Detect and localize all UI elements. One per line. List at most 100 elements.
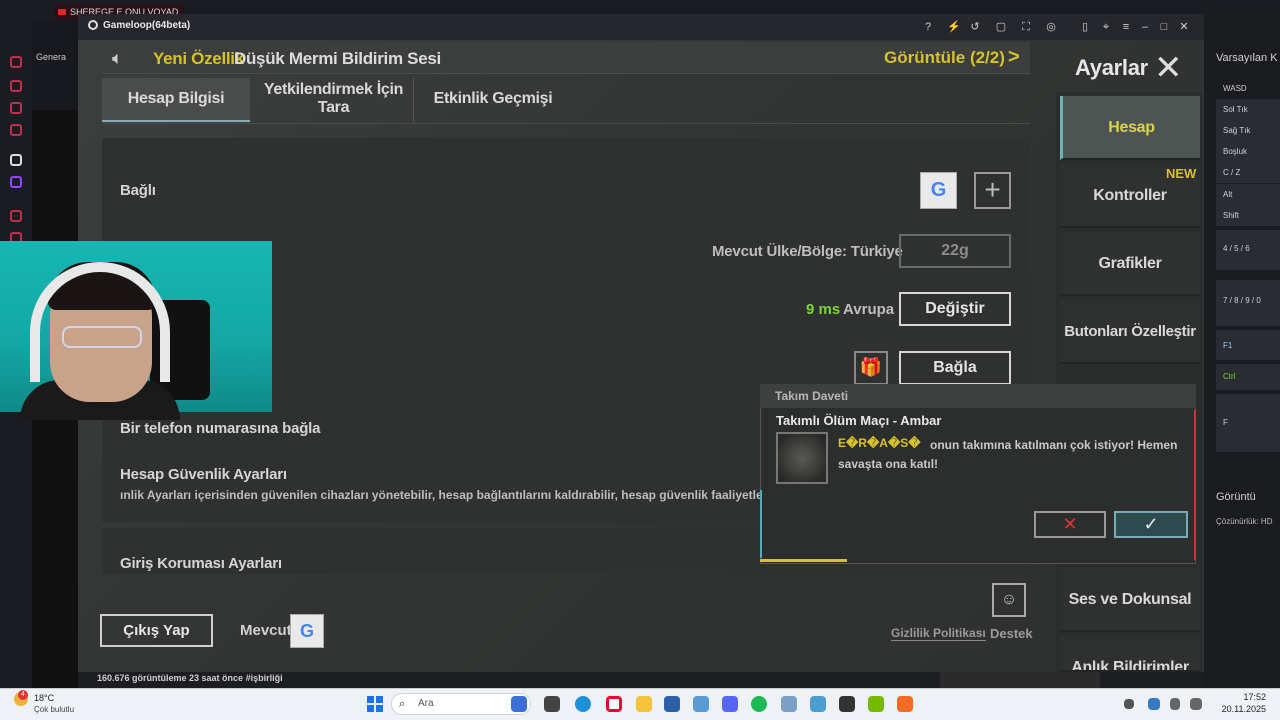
region-value: 22g bbox=[899, 234, 1011, 268]
reject-button[interactable]: ✕ bbox=[1034, 511, 1106, 538]
app-icon[interactable] bbox=[693, 696, 709, 712]
phone-link-label[interactable]: Bir telefon numarasına bağla bbox=[120, 420, 320, 437]
link-button[interactable]: Bağla bbox=[899, 351, 1011, 385]
google-icon[interactable]: G bbox=[920, 172, 957, 209]
tab-scan-authorize[interactable]: Yetkilendirmek İçin Tara bbox=[254, 78, 414, 122]
help-icon[interactable]: ? bbox=[922, 21, 934, 33]
key-item[interactable]: F1 bbox=[1216, 330, 1280, 360]
banner-view-link[interactable]: Görüntüle (2/2) bbox=[884, 48, 1005, 68]
menu-item-customize-buttons[interactable]: Butonları Özelleştir bbox=[1060, 300, 1200, 364]
gift-icon[interactable]: 🎁 bbox=[854, 351, 888, 385]
tab-event-history[interactable]: Etkinlik Geçmişi bbox=[418, 78, 568, 122]
copilot-icon[interactable] bbox=[511, 696, 527, 712]
tray-chevron-icon[interactable] bbox=[1124, 699, 1134, 709]
key-item[interactable]: Alt bbox=[1216, 184, 1280, 205]
key-item[interactable]: Boşluk bbox=[1216, 141, 1280, 162]
fullscreen-icon[interactable]: ⛶ bbox=[1020, 21, 1032, 33]
accept-button[interactable]: ✓ bbox=[1114, 511, 1188, 538]
key-item[interactable]: Sol Tık bbox=[1216, 99, 1280, 120]
key-item[interactable]: Ctrl bbox=[1216, 364, 1280, 390]
add-account-button[interactable]: + bbox=[974, 172, 1011, 209]
tab-account-info[interactable]: Hesap Bilgisi bbox=[102, 78, 250, 122]
spotify-icon[interactable] bbox=[751, 696, 767, 712]
sidebar-toggle-icon[interactable]: ▯ bbox=[1079, 21, 1091, 33]
edge-icon[interactable] bbox=[575, 696, 591, 712]
key-item[interactable]: 7 / 8 / 9 / 0 bbox=[1216, 280, 1280, 326]
app-icon-3[interactable] bbox=[810, 696, 826, 712]
region-label: Mevcut Ülke/Bölge: Türkiye bbox=[712, 243, 903, 260]
banner-text: Düşük Mermi Bildirim Sesi bbox=[234, 49, 441, 68]
chat-icon[interactable] bbox=[10, 102, 22, 114]
settings-title: Ayarlar bbox=[1075, 55, 1148, 80]
minimize-icon[interactable]: – bbox=[1139, 21, 1151, 33]
ai-icon[interactable] bbox=[10, 154, 22, 166]
support-icon[interactable]: ☺ bbox=[992, 583, 1026, 617]
close-icon[interactable]: ✕ bbox=[1154, 48, 1183, 88]
mic-icon[interactable] bbox=[1170, 698, 1180, 710]
weather-desc[interactable]: Çok bulutlu bbox=[34, 705, 74, 714]
app-icon-2[interactable] bbox=[781, 696, 797, 712]
windows-start-icon[interactable] bbox=[367, 696, 383, 712]
privacy-policy-link[interactable]: Gizlilik Politikası bbox=[891, 626, 986, 641]
gamepad-icon[interactable]: ◎ bbox=[1045, 21, 1057, 33]
menu-icon[interactable]: ≡ bbox=[1120, 21, 1132, 33]
logout-button[interactable]: Çıkış Yap bbox=[100, 614, 213, 647]
weather-badge: 4 bbox=[18, 690, 28, 700]
invite-header: Takım Daveti bbox=[760, 384, 1196, 408]
key-item[interactable]: F bbox=[1216, 394, 1280, 452]
gameloop-titlebar bbox=[78, 14, 1204, 40]
bolt-icon[interactable]: ⚡ bbox=[947, 21, 961, 33]
key-item[interactable]: Shift bbox=[1216, 205, 1280, 226]
twitch-icon[interactable] bbox=[10, 176, 22, 188]
volume-icon[interactable] bbox=[1190, 698, 1202, 710]
close-window-icon[interactable]: ✕ bbox=[1178, 21, 1190, 33]
obs-icon[interactable] bbox=[839, 696, 855, 712]
undo-icon[interactable]: ↺ bbox=[969, 21, 981, 33]
task-view-icon[interactable] bbox=[544, 696, 560, 712]
stream-views-text: 160.676 görüntüleme 23 saat önce #işbirl… bbox=[97, 673, 283, 683]
security-settings-label[interactable]: Hesap Güvenlik Ayarları bbox=[120, 466, 287, 483]
menu-item-sound-haptics[interactable]: Ses ve Dokunsal bbox=[1060, 568, 1200, 632]
login-protection-label[interactable]: Giriş Koruması Ayarları bbox=[120, 555, 282, 572]
file-explorer-icon[interactable] bbox=[636, 696, 652, 712]
browser-nav bbox=[32, 20, 80, 110]
youtube-icon bbox=[58, 9, 66, 15]
change-server-button[interactable]: Değiştir bbox=[899, 292, 1011, 326]
invite-timer-bar bbox=[760, 559, 847, 562]
store-icon[interactable] bbox=[664, 696, 680, 712]
clock-time[interactable]: 17:52 bbox=[1226, 692, 1266, 702]
discord-icon[interactable] bbox=[722, 696, 738, 712]
key-item[interactable]: C / Z bbox=[1216, 162, 1280, 183]
banner-new-label: Yeni Özellik bbox=[153, 49, 244, 68]
pin-icon[interactable]: ⌖ bbox=[1100, 21, 1112, 33]
key-item[interactable]: WASD bbox=[1216, 78, 1280, 99]
menu-item-account[interactable]: Hesap bbox=[1060, 96, 1200, 160]
support-label[interactable]: Destek bbox=[990, 626, 1033, 641]
map-thumbnail bbox=[776, 432, 828, 484]
chevron-right-icon[interactable]: > bbox=[1008, 46, 1020, 69]
messenger-icon[interactable] bbox=[10, 80, 22, 92]
opera-icon[interactable] bbox=[606, 696, 622, 712]
new-badge: NEW bbox=[1166, 166, 1197, 181]
key-item[interactable]: 4 / 5 / 6 bbox=[1216, 230, 1280, 270]
maximize-icon[interactable]: □ bbox=[1158, 21, 1170, 33]
menu-item-graphics[interactable]: Grafikler bbox=[1060, 232, 1200, 296]
history-icon[interactable] bbox=[10, 56, 22, 68]
settings-icon[interactable] bbox=[10, 210, 22, 222]
key-item[interactable]: Sağ Tık bbox=[1216, 120, 1280, 141]
menu-item-notifications[interactable]: Anlık Bildirimler bbox=[1060, 636, 1200, 672]
mail-icon[interactable] bbox=[10, 124, 22, 136]
network-icon[interactable] bbox=[1148, 698, 1160, 710]
clock-date[interactable]: 20.11.2025 bbox=[1216, 704, 1266, 714]
nvidia-icon[interactable] bbox=[868, 696, 884, 712]
linked-label: Bağlı bbox=[120, 182, 156, 199]
weather-temp[interactable]: 18°C bbox=[34, 693, 54, 703]
invite-sender: E�R�A�S� bbox=[838, 436, 921, 450]
screenshot-icon[interactable]: ▢ bbox=[995, 21, 1007, 33]
bookmark-label[interactable]: Genera bbox=[36, 52, 66, 62]
current-google-icon: G bbox=[290, 614, 324, 648]
gameloop-taskbar-icon[interactable] bbox=[897, 696, 913, 712]
display-label: Görüntü bbox=[1216, 491, 1256, 503]
invite-edge-accent-right bbox=[1194, 410, 1196, 560]
taskbar-search-input[interactable]: Ara bbox=[391, 693, 531, 715]
